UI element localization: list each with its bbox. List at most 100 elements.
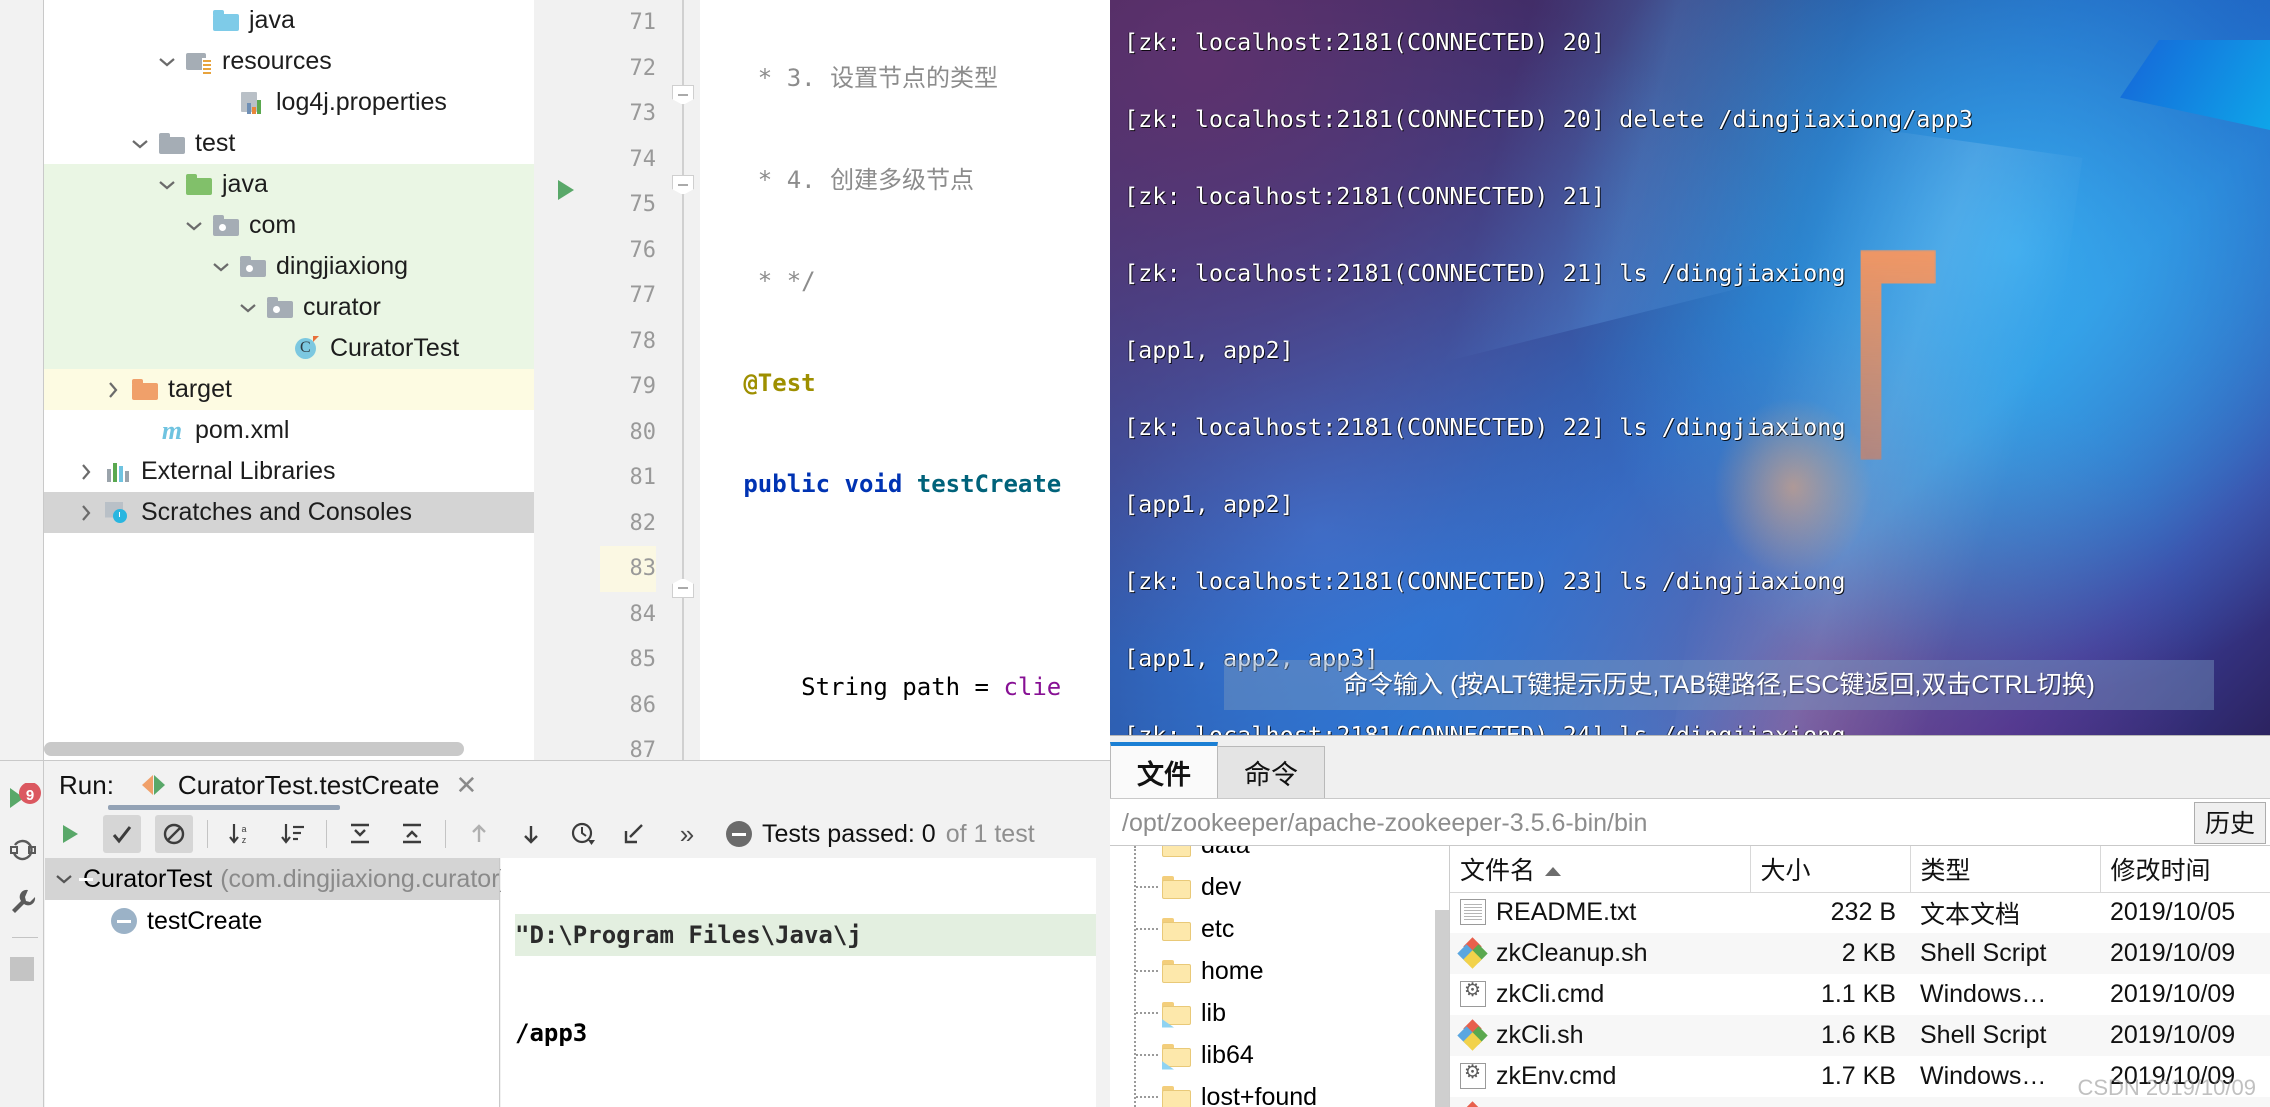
code-token: clie — [1003, 673, 1062, 701]
tree-row[interactable]: com — [44, 205, 534, 246]
code-token: * */ — [700, 267, 816, 295]
tree-row[interactable]: dingjiaxiong — [44, 246, 534, 287]
rerun-toggle-icon[interactable] — [8, 835, 38, 865]
line-number: 78 — [629, 328, 657, 354]
run-console-output[interactable]: "D:\Program Files\Java\j /app3 Process f… — [501, 858, 1110, 1107]
next-failed-test-button[interactable] — [512, 815, 550, 853]
file-manager-tabs[interactable]: 文件 命令 — [1110, 742, 1325, 798]
export-results-button[interactable] — [616, 815, 654, 853]
libraries-icon — [101, 462, 135, 482]
tree-row[interactable]: java — [44, 0, 534, 41]
file-manager-panel[interactable]: 文件 命令 /opt/zookeeper/apache-zookeeper-3.… — [1110, 735, 2270, 1107]
table-row[interactable]: zkEnv.sh 3.6 KB Shell Script 2019/10/05 — [1450, 1097, 2270, 1107]
tree-row[interactable]: C CuratorTest — [44, 328, 534, 369]
expand-all-button[interactable] — [341, 815, 379, 853]
editor-text[interactable]: * 3. 设置节点的类型 * 4. 创建多级节点 * */ @Test publ… — [700, 0, 1110, 760]
tree-row[interactable]: java — [44, 164, 534, 205]
path-input[interactable]: /opt/zookeeper/apache-zookeeper-3.5.6-bi… — [1110, 798, 2270, 846]
settings-wrench-icon[interactable] — [8, 887, 38, 917]
close-icon[interactable]: ✕ — [455, 770, 477, 801]
properties-file-icon — [236, 91, 270, 115]
test-tree-row[interactable]: testCreate — [45, 900, 499, 942]
dir-item[interactable]: lib64 — [1110, 1034, 1449, 1076]
tree-row[interactable]: curator — [44, 287, 534, 328]
previous-failed-test-button[interactable] — [460, 815, 498, 853]
sort-alphabetically-button[interactable]: az — [222, 815, 260, 853]
rerun-button[interactable] — [51, 815, 89, 853]
file-list[interactable]: 文件名 大小 类型 修改时间 README.txt 232 B 文本文档 201… — [1450, 846, 2270, 1107]
terminal-input-hint[interactable]: 命令输入 (按ALT键提示历史,TAB键路径,ESC键返回,双击CTRL切换) — [1224, 660, 2214, 710]
history-button[interactable]: 历史 — [2193, 802, 2266, 844]
chevron-right-icon[interactable] — [71, 504, 101, 522]
table-row[interactable]: zkCli.sh 1.6 KB Shell Script 2019/10/09 — [1450, 1015, 2270, 1056]
chevron-down-icon[interactable] — [125, 138, 155, 150]
chevron-down-icon[interactable] — [55, 868, 73, 891]
chevron-down-icon[interactable] — [152, 179, 182, 191]
table-row[interactable]: zkCleanup.sh 2 KB Shell Script 2019/10/0… — [1450, 933, 2270, 974]
tree-row[interactable]: test — [44, 123, 534, 164]
chevron-right-icon[interactable] — [98, 381, 128, 399]
chevron-down-icon[interactable] — [152, 56, 182, 68]
folder-symlink-icon — [1162, 1001, 1191, 1028]
directory-scrollbar[interactable] — [1435, 910, 1449, 1107]
run-side-toolbar[interactable]: 9 — [0, 761, 44, 1107]
project-tree-horizontal-scrollbar[interactable] — [44, 742, 464, 756]
run-panel[interactable]: 9 Run: CuratorTest.testCreate ✕ a z » Te… — [0, 760, 1110, 1107]
tab-commands[interactable]: 命令 — [1217, 746, 1325, 798]
run-toolbar[interactable]: az » Tests passed: 0 of 1 test — [45, 810, 1110, 858]
column-header-modified[interactable]: 修改时间 — [2100, 846, 2270, 893]
directory-tree[interactable]: data dev etc home lib lib64 lost+found — [1110, 846, 1450, 1107]
run-tab[interactable]: CuratorTest.testCreate ✕ — [141, 770, 477, 801]
hide-ignored-button[interactable] — [155, 815, 193, 853]
table-row[interactable]: zkCli.cmd 1.1 KB Windows… 2019/10/09 — [1450, 974, 2270, 1015]
text-file-icon — [1460, 899, 1486, 926]
column-header-filename[interactable]: 文件名 — [1450, 846, 1751, 893]
stop-icon[interactable] — [10, 957, 34, 981]
column-header-size[interactable]: 大小 — [1750, 846, 1911, 893]
test-tree-row[interactable]: CuratorTest (com.dingjiaxiong.curator) — [45, 858, 508, 900]
test-results-tree[interactable]: CuratorTest (com.dingjiaxiong.curator) t… — [45, 858, 508, 1107]
chevron-down-icon[interactable] — [206, 261, 236, 273]
sort-by-duration-button[interactable] — [274, 815, 312, 853]
terminal-panel[interactable]: [zk: localhost:2181(CONNECTED) 20] [zk: … — [1110, 0, 2270, 735]
chevron-down-icon[interactable] — [233, 302, 263, 314]
fold-collapse-icon[interactable] — [672, 175, 694, 195]
dir-item[interactable]: etc — [1110, 908, 1449, 950]
fold-collapse-icon[interactable] — [672, 85, 694, 105]
project-tree-panel[interactable]: java resources log4j.properties test jav… — [44, 0, 534, 760]
chevron-down-icon[interactable] — [179, 220, 209, 232]
dir-item[interactable]: data — [1110, 846, 1449, 866]
file-name-cell: zkEnv.sh — [1450, 1097, 1750, 1107]
tree-row[interactable]: resources — [44, 41, 534, 82]
dir-item[interactable]: dev — [1110, 866, 1449, 908]
editor-run-gutter[interactable] — [534, 0, 600, 760]
tree-row[interactable]: External Libraries — [44, 451, 534, 492]
tree-row[interactable]: target — [44, 369, 534, 410]
dir-item[interactable]: home — [1110, 950, 1449, 992]
collapse-all-button[interactable] — [393, 815, 431, 853]
fold-collapse-icon[interactable] — [672, 578, 694, 598]
code-token: 创建多级节点 — [830, 165, 975, 194]
tree-item-label: test — [195, 129, 236, 157]
column-header-type[interactable]: 类型 — [1910, 846, 2101, 893]
line-number: 81 — [629, 465, 657, 490]
console-scrollbar[interactable] — [1096, 858, 1110, 1107]
dir-item[interactable]: lost+found — [1110, 1076, 1449, 1107]
dir-item[interactable]: lib — [1110, 992, 1449, 1034]
table-row[interactable]: zkEnv.cmd 1.7 KB Windows… 2019/10/09 — [1450, 1056, 2270, 1097]
test-history-button[interactable] — [564, 815, 602, 853]
show-passed-button[interactable] — [103, 815, 141, 853]
more-options-button[interactable]: » — [668, 815, 706, 853]
code-folding-gutter[interactable] — [666, 0, 700, 760]
tree-row[interactable]: Scratches and Consoles — [44, 492, 534, 533]
tree-row[interactable]: m pom.xml — [44, 410, 534, 451]
tree-row[interactable]: log4j.properties — [44, 82, 534, 123]
tab-files[interactable]: 文件 — [1110, 742, 1218, 798]
chevron-right-icon[interactable] — [71, 463, 101, 481]
tree-branch-icon — [1136, 1054, 1158, 1056]
code-editor[interactable]: 71 72 73 74 75 76 77 78 79 80 81 82 83 8… — [534, 0, 1110, 760]
run-test-gutter-icon[interactable] — [558, 180, 574, 200]
line-number: 85 — [629, 647, 657, 672]
table-row[interactable]: README.txt 232 B 文本文档 2019/10/05 — [1450, 892, 2270, 933]
rerun-failed-icon[interactable]: 9 — [8, 782, 41, 813]
